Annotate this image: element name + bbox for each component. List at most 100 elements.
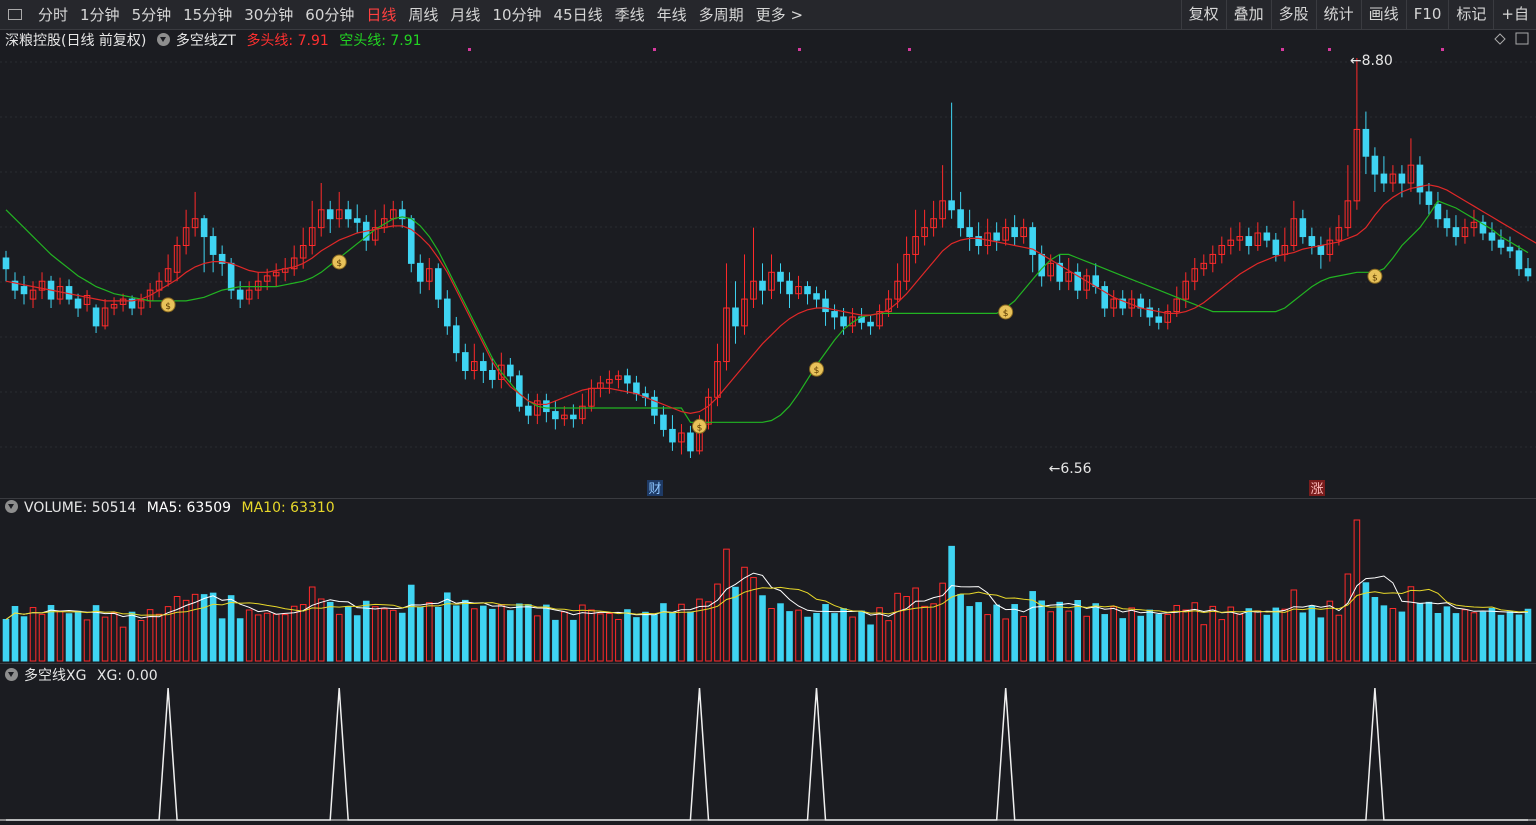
volume-bar [1182, 609, 1190, 662]
volume-bar [1056, 601, 1063, 662]
candle [11, 272, 19, 300]
candle [921, 209, 928, 246]
volume-bar [1308, 605, 1316, 662]
volume-bar [398, 612, 406, 662]
signal-dot [468, 48, 471, 51]
volume-bar [1398, 611, 1406, 662]
candle [173, 236, 181, 282]
volume-bar [1110, 606, 1118, 662]
volume-bar [65, 613, 73, 662]
candle [1137, 293, 1145, 317]
volume-bar [543, 604, 550, 662]
candle [723, 263, 730, 371]
candle [1317, 236, 1325, 269]
volume-bar [1281, 608, 1289, 662]
volume-bar [1515, 614, 1523, 662]
candle-body [227, 262, 235, 291]
candle-body [1416, 164, 1424, 193]
volume-bar [948, 545, 955, 662]
expand-icon [1515, 32, 1529, 45]
candle [1164, 304, 1172, 330]
candle [669, 415, 676, 451]
candle [1434, 191, 1442, 228]
candle [624, 368, 631, 394]
candle [362, 215, 370, 251]
volume-bar [669, 612, 676, 662]
candle [1065, 258, 1072, 291]
volume-bar [624, 609, 631, 662]
volume-bar [453, 605, 460, 662]
volume-bar [1020, 615, 1027, 662]
candle-body [443, 298, 451, 327]
volume-bar [1236, 613, 1244, 662]
candle [254, 272, 262, 300]
volume-bar [1434, 613, 1442, 662]
candle-body [786, 280, 793, 295]
volume-bar [74, 610, 82, 662]
volume-bar [975, 602, 982, 662]
candle-body [1434, 203, 1442, 220]
candle [110, 297, 118, 316]
volume-bar [155, 613, 163, 662]
candle [939, 165, 946, 228]
candle-body [1263, 232, 1271, 241]
volume-bar [597, 613, 604, 662]
volume-bar [1038, 600, 1045, 662]
volume-bar [507, 610, 514, 662]
volume-bar [1074, 600, 1081, 662]
candle [416, 254, 424, 294]
volume-bar [561, 611, 568, 662]
candle [597, 375, 604, 398]
candle-body [1245, 236, 1253, 246]
candle [606, 370, 613, 394]
candle-body [777, 271, 784, 282]
bull-line [5, 184, 1536, 415]
volume-bar [840, 608, 847, 662]
volume-bar [1371, 597, 1379, 662]
diamond-icon [1494, 33, 1506, 45]
candle [804, 281, 811, 305]
event-label-zhang: 涨 [1310, 482, 1323, 497]
candle [1002, 218, 1009, 246]
candle [1380, 156, 1388, 192]
candle [534, 393, 541, 425]
volume-bar [1461, 609, 1469, 662]
candle [1263, 225, 1271, 248]
candle-body [525, 405, 532, 416]
candle-body [660, 414, 667, 430]
volume-bar [1137, 615, 1145, 662]
candle [290, 245, 298, 276]
kline-chart[interactable]: $ $ $ $ $ $ ←8.80 ←6.56 财 涨 [0, 0, 1536, 825]
volume-bar [371, 606, 379, 662]
candle [615, 370, 622, 389]
volume-bar [1470, 612, 1478, 662]
volume-bar [822, 604, 829, 662]
candle [1506, 236, 1514, 258]
volume-bar [525, 604, 532, 662]
volume-bar [173, 596, 181, 662]
volume-bar [1218, 619, 1226, 662]
volume-bar [1011, 604, 1018, 662]
candle-body [1362, 128, 1370, 157]
volume-bar [786, 611, 793, 662]
candle-body [74, 298, 82, 309]
candle [795, 275, 802, 300]
candle-body [209, 236, 217, 255]
volume-bar [1029, 591, 1036, 662]
candle [1416, 156, 1424, 205]
volume-bar [768, 608, 775, 662]
money-bag-glyph: $ [814, 366, 820, 376]
candle [1407, 138, 1415, 192]
volume-bar [1254, 610, 1262, 662]
candle-body [353, 218, 361, 223]
volume-bar [687, 611, 694, 662]
volume-bar [714, 583, 721, 662]
candle-body [633, 382, 640, 395]
volume-bar [633, 617, 640, 662]
candle [1371, 147, 1379, 192]
volume-bar [705, 601, 712, 662]
candle-body [434, 268, 442, 300]
candle [1362, 111, 1370, 175]
candle [678, 424, 685, 455]
volume-bar [552, 619, 559, 662]
